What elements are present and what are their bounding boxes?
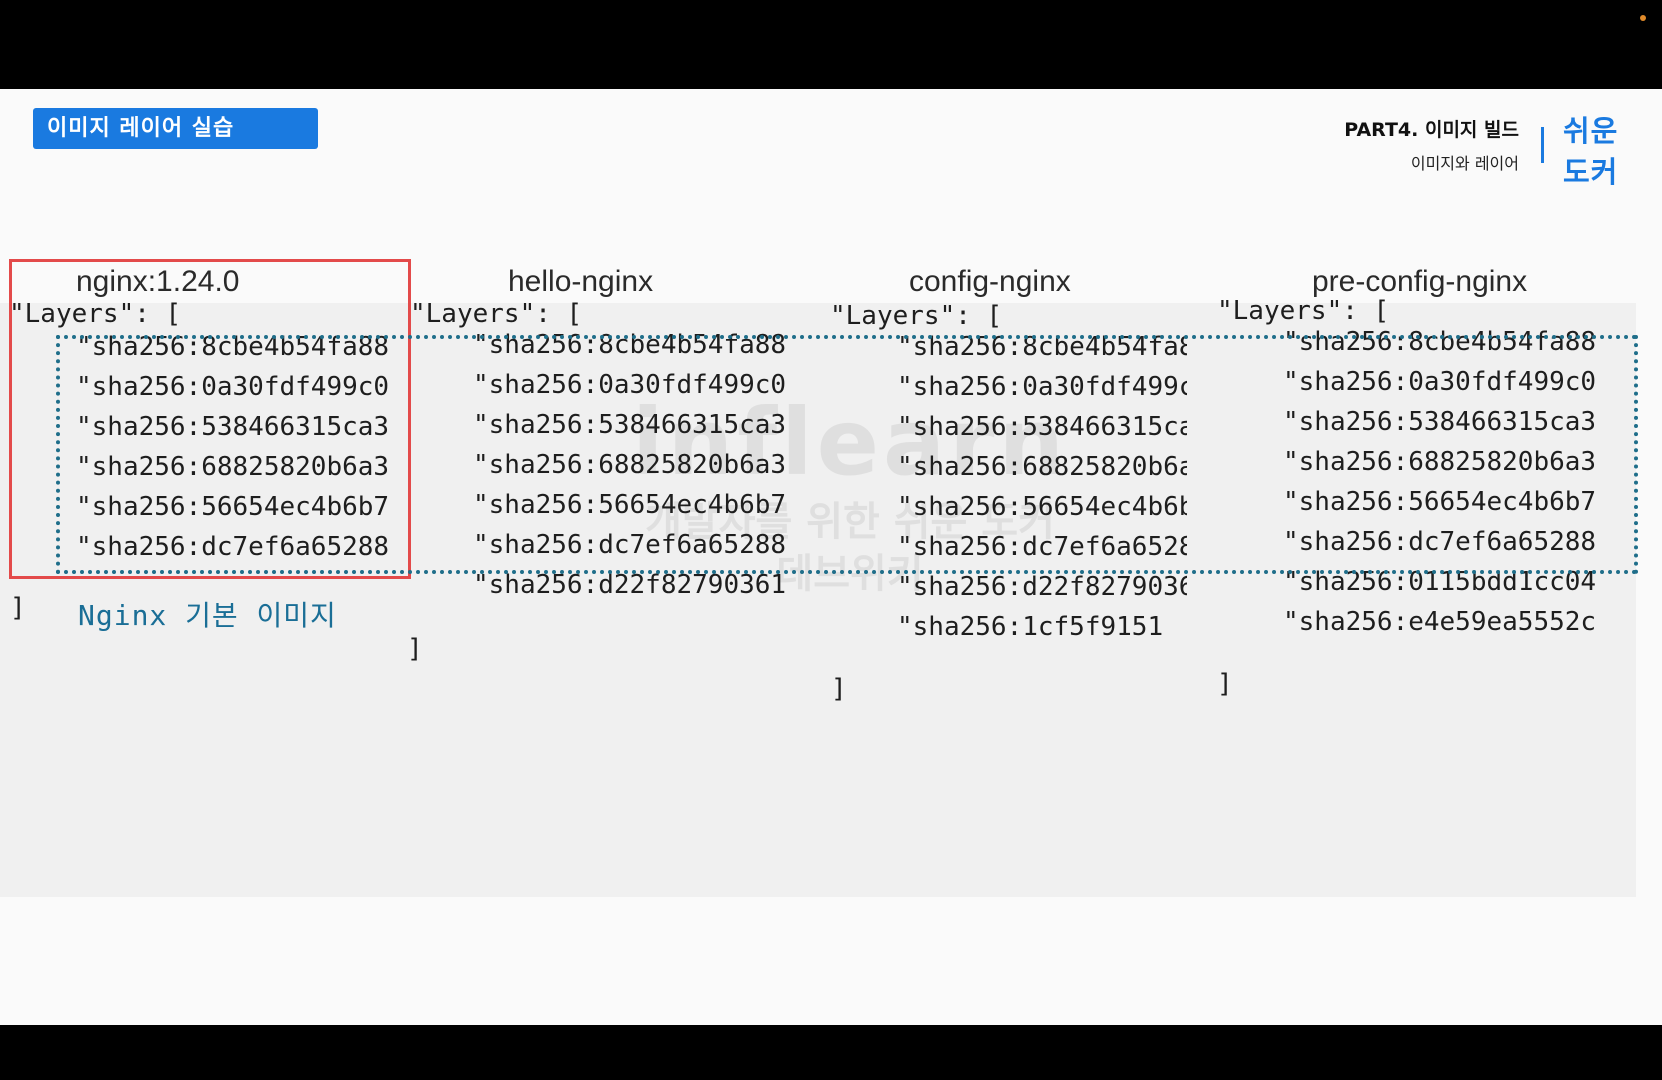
section-badge: 이미지 레이어 실습 [33, 108, 318, 149]
part-title: PART4. 이미지 빌드 [1344, 119, 1519, 141]
image-title-hello-nginx: hello-nginx [508, 265, 654, 298]
image-title-config-nginx: config-nginx [909, 265, 1071, 298]
brand-divider [1541, 127, 1544, 163]
brand-logo: 쉬운 도커 [1563, 111, 1635, 193]
layers-close-pre-config-nginx: ] [1217, 669, 1233, 699]
layer-hash: "sha256:e4e59ea5552c [1283, 607, 1597, 637]
shared-layers-highlight-box [56, 335, 1638, 574]
image-title-pre-config-nginx: pre-config-nginx [1312, 265, 1528, 298]
part-info: PART4. 이미지 빌드 이미지와 레이어 [1344, 115, 1519, 174]
layers-close-nginx: ] [10, 593, 26, 623]
layers-close-hello-nginx: ] [407, 634, 423, 664]
part-subtitle: 이미지와 레이어 [1410, 154, 1519, 173]
video-frame: 이미지 레이어 실습 PART4. 이미지 빌드 이미지와 레이어 쉬운 도커 … [0, 0, 1662, 1080]
layers-close-config-nginx: ] [831, 674, 847, 704]
recording-indicator-icon [1640, 15, 1646, 21]
nginx-base-caption: Nginx 기본 이미지 [78, 599, 337, 632]
layer-hash: "sha256:1cf5f9151 [897, 612, 1164, 642]
brand-logo-line2: 도커 [1563, 155, 1619, 189]
brand-logo-line1: 쉬운 [1563, 114, 1619, 148]
slide: 이미지 레이어 실습 PART4. 이미지 빌드 이미지와 레이어 쉬운 도커 … [0, 89, 1662, 1025]
